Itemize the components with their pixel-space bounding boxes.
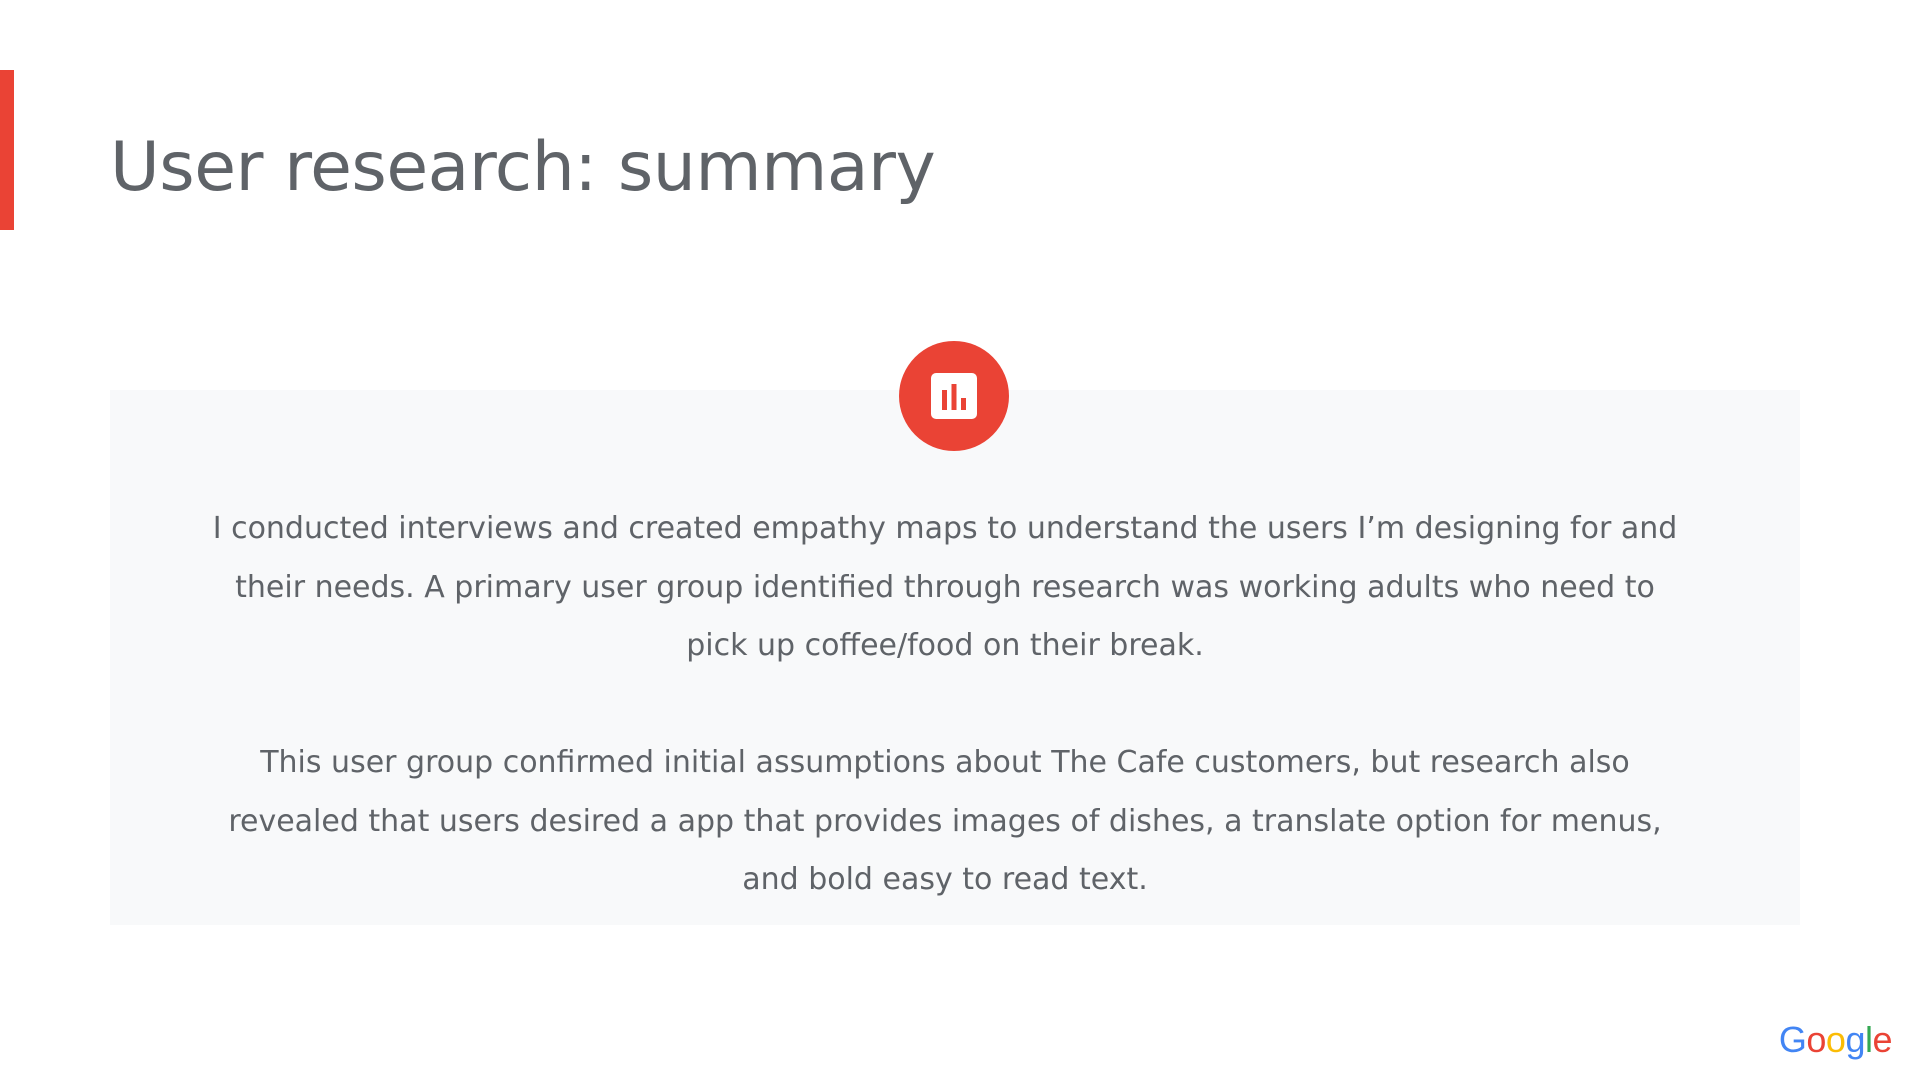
summary-paragraph: This user group confirmed initial assump…	[228, 745, 1662, 897]
summary-icon-badge	[899, 341, 1009, 451]
accent-bar	[0, 70, 14, 230]
google-logo: Google	[1778, 1019, 1893, 1060]
bar-chart-icon	[931, 373, 977, 419]
logo-letter: e	[1872, 1019, 1892, 1060]
summary-paragraph: I conducted interviews and created empat…	[212, 511, 1678, 663]
summary-text: I conducted interviews and created empat…	[200, 500, 1690, 910]
logo-letter: o	[1806, 1019, 1826, 1060]
logo-letter: g	[1845, 1019, 1865, 1060]
page-title: User research: summary	[110, 128, 936, 207]
logo-letter: G	[1778, 1019, 1807, 1060]
logo-letter: l	[1864, 1019, 1873, 1060]
logo-letter: o	[1825, 1019, 1846, 1060]
